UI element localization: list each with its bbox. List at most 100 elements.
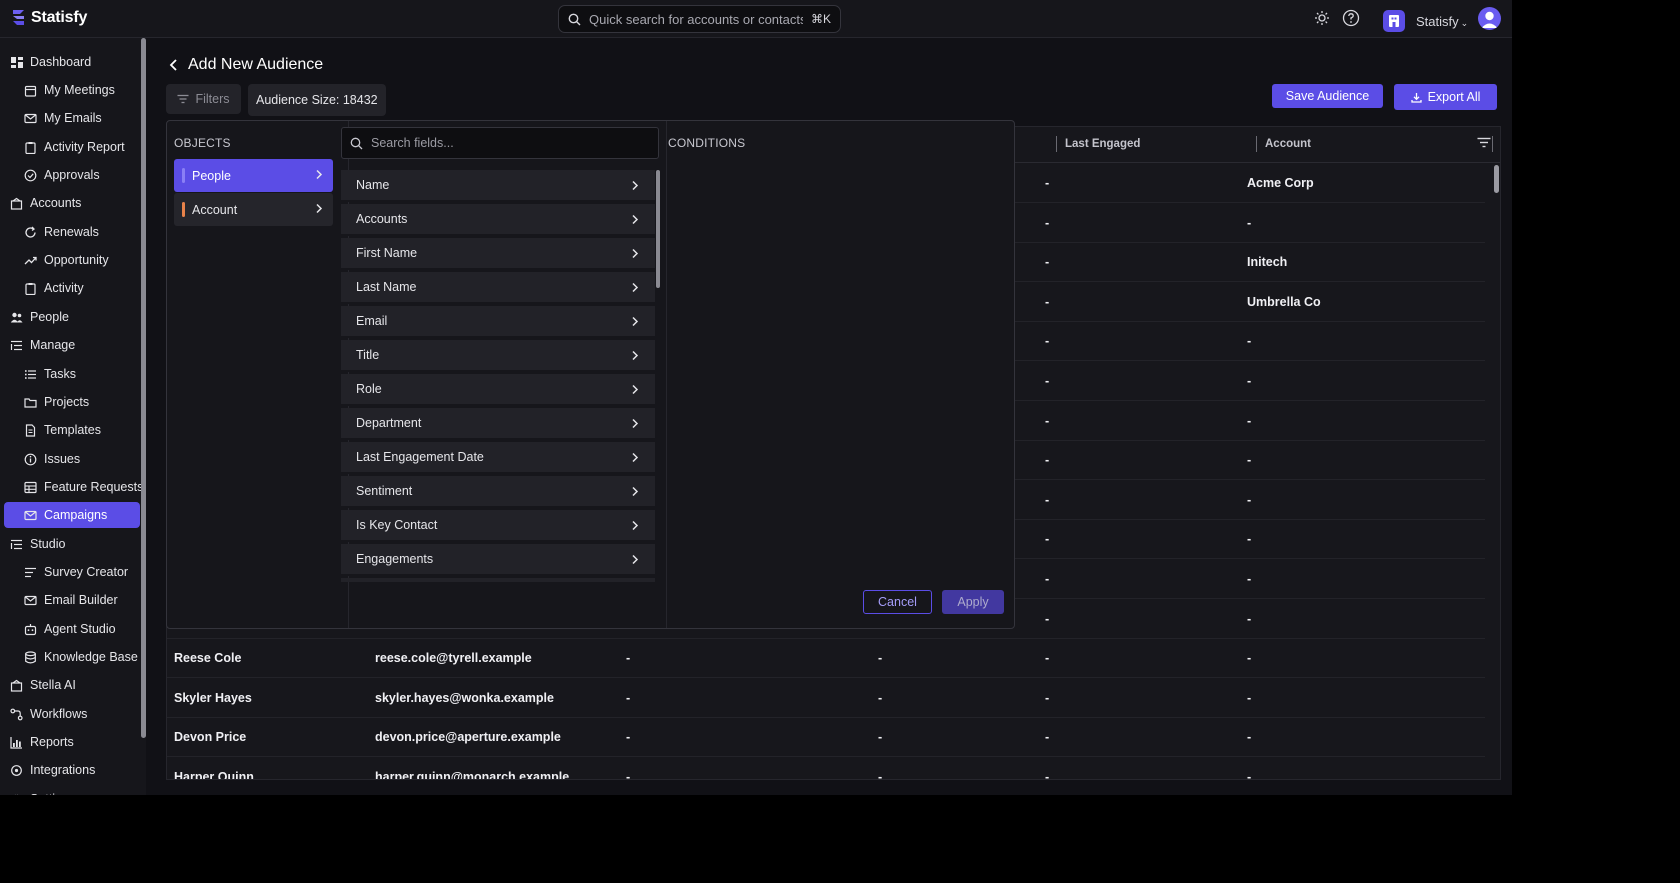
sidebar-item-renewals[interactable]: Renewals xyxy=(4,219,140,245)
chevron-right-icon xyxy=(316,203,323,214)
filters-button[interactable]: Filters xyxy=(166,84,241,114)
sidebar-item-my-emails[interactable]: My Emails xyxy=(4,105,140,131)
cell-email[interactable]: skyler.hayes@wonka.example xyxy=(375,691,554,705)
field-item-last-name[interactable]: Last Name xyxy=(341,272,655,304)
field-item-email[interactable]: Email xyxy=(341,306,655,338)
help-icon[interactable] xyxy=(1342,9,1360,27)
cell-account: - xyxy=(1247,730,1252,745)
table-row[interactable]: Reese Cole reese.cole@tyrell.example - - - - xyxy=(167,638,1485,679)
sidebar-item-email-builder[interactable]: Email Builder xyxy=(4,587,140,613)
sidebar-item-dashboard[interactable]: Dashboard xyxy=(4,49,140,75)
sidebar-item-projects[interactable]: Projects xyxy=(4,389,140,415)
chevron-down-icon: ⌄ xyxy=(1460,18,1469,28)
column-separator[interactable] xyxy=(1492,136,1493,152)
global-search[interactable]: Quick search for accounts or contacts ⌘K xyxy=(558,5,841,33)
sidebar-item-campaigns[interactable]: Campaigns xyxy=(4,502,140,528)
sidebar: Dashboard My Meetings My Emails Activity Re… xyxy=(0,38,146,795)
sidebar-item-label: Issues xyxy=(44,452,81,466)
field-item-name[interactable]: Name xyxy=(341,170,655,202)
save-audience-button[interactable]: Save Audience xyxy=(1272,84,1383,108)
theme-toggle-icon[interactable] xyxy=(1314,10,1330,26)
field-item-first-name[interactable]: First Name xyxy=(341,238,655,270)
sidebar-item-workflows[interactable]: Workflows xyxy=(4,701,140,727)
field-item-last-engagement-date[interactable]: Last Engagement Date xyxy=(341,442,655,474)
field-item-department[interactable]: Department xyxy=(341,408,655,440)
table-row[interactable]: Devon Price devon.price@aperture.example -… xyxy=(167,717,1485,758)
cell-email[interactable]: harper.quinn@monarch.example xyxy=(375,770,569,779)
table-row[interactable]: Harper Quinn harper.quinn@monarch.example… xyxy=(167,757,1485,780)
sidebar-item-activity[interactable]: Activity xyxy=(4,275,140,301)
field-item-title[interactable]: Title xyxy=(341,340,655,372)
object-account[interactable]: Account xyxy=(174,193,333,226)
cell-account: - xyxy=(1247,374,1252,388)
cell-last-engaged: - xyxy=(1045,176,1050,190)
sidebar-item-templates[interactable]: Templates xyxy=(4,417,140,443)
sidebar-item-knowledge-base[interactable]: Knowledge Base xyxy=(4,644,140,670)
sidebar-item-feature-requests[interactable]: Feature Requests xyxy=(4,474,143,500)
sidebar-item-label: Renewals xyxy=(44,225,99,239)
cell-account: - xyxy=(1247,492,1252,507)
search-input[interactable]: Quick search for accounts or contacts xyxy=(589,12,803,27)
sidebar-item-label: Tasks xyxy=(44,367,76,381)
cancel-button[interactable]: Cancel xyxy=(863,590,932,614)
field-search-input[interactable]: Search fields... xyxy=(371,136,454,150)
cell-name: Reese Cole xyxy=(174,651,242,666)
column-separator[interactable] xyxy=(1056,136,1057,152)
cell-email[interactable]: devon.price@aperture.example xyxy=(375,730,561,744)
sidebar-item-manage[interactable]: Manage xyxy=(4,332,140,358)
table-scrollbar[interactable] xyxy=(1494,165,1499,193)
sidebar-item-settings[interactable]: Settings xyxy=(4,786,140,795)
field-item-is-key-contact[interactable]: Is Key Contact xyxy=(341,510,655,542)
cell-last-engaged: - xyxy=(1045,255,1050,270)
sidebar-item-reports[interactable]: Reports xyxy=(4,729,140,755)
apply-button[interactable]: Apply xyxy=(942,590,1004,614)
org-switcher[interactable]: Statisfy ⌄ xyxy=(1416,14,1468,29)
field-label: Last Engagement Date xyxy=(356,450,484,464)
field-search[interactable]: Search fields... xyxy=(341,127,659,159)
conditions-column: CONDITIONS xyxy=(668,121,1014,628)
field-list-scrollbar[interactable] xyxy=(656,170,660,288)
column-header-account[interactable]: Account xyxy=(1265,138,1311,150)
cell-email[interactable]: reese.cole@tyrell.example xyxy=(375,651,532,665)
sidebar-item-agent-studio[interactable]: Agent Studio xyxy=(4,616,140,642)
mail-icon xyxy=(24,112,37,125)
sidebar-item-label: Manage xyxy=(30,338,76,352)
sidebar-item-survey-creator[interactable]: Survey Creator xyxy=(4,559,140,585)
back-arrow-icon[interactable] xyxy=(168,58,180,72)
sidebar-item-tasks[interactable]: Tasks xyxy=(4,361,140,387)
user-avatar[interactable] xyxy=(1478,7,1501,30)
cell-account: Acme Corp xyxy=(1247,176,1314,190)
field-item-sentiment[interactable]: Sentiment xyxy=(341,476,655,508)
field-item-role[interactable]: Role xyxy=(341,374,655,406)
brand-logo[interactable]: Statisfy xyxy=(10,8,87,27)
export-all-button[interactable]: Export All xyxy=(1394,84,1497,110)
field-item-accounts[interactable]: Accounts xyxy=(341,204,655,236)
sidebar-item-approvals[interactable]: Approvals xyxy=(4,162,140,188)
refresh-icon xyxy=(24,226,37,239)
sidebar-item-my-meetings[interactable]: My Meetings xyxy=(4,77,140,103)
cell-c4: - xyxy=(878,770,883,780)
sidebar-item-studio[interactable]: Studio xyxy=(4,531,140,557)
column-header-last-engaged[interactable]: Last Engaged xyxy=(1065,138,1140,150)
sidebar-item-integrations[interactable]: Integrations xyxy=(4,757,140,783)
sidebar-item-label: Accounts xyxy=(30,196,82,210)
sidebar-item-issues[interactable]: Issues xyxy=(4,446,140,472)
database-icon xyxy=(24,650,37,664)
plug-icon xyxy=(10,764,23,777)
sidebar-item-people[interactable]: People xyxy=(4,304,140,330)
sidebar-item-stella-ai[interactable]: Stella AI xyxy=(4,672,140,698)
chart-icon xyxy=(10,736,23,749)
table-row[interactable]: Skyler Hayes skyler.hayes@wonka.example - -… xyxy=(167,678,1485,718)
org-logo-icon[interactable] xyxy=(1383,10,1405,32)
column-separator[interactable] xyxy=(1256,136,1257,152)
field-item-partial[interactable] xyxy=(341,578,655,582)
lines-icon xyxy=(24,566,37,579)
sidebar-item-opportunity[interactable]: Opportunity xyxy=(4,247,140,273)
sidebar-item-label: Workflows xyxy=(30,707,88,721)
sidebar-item-activity-report[interactable]: Activity Report xyxy=(4,134,140,160)
sidebar-item-accounts[interactable]: Accounts xyxy=(4,190,140,216)
column-filter-icon[interactable] xyxy=(1477,137,1491,148)
object-people[interactable]: People xyxy=(174,159,333,192)
object-label: Account xyxy=(192,202,238,217)
field-item-engagements[interactable]: Engagements xyxy=(341,544,655,576)
